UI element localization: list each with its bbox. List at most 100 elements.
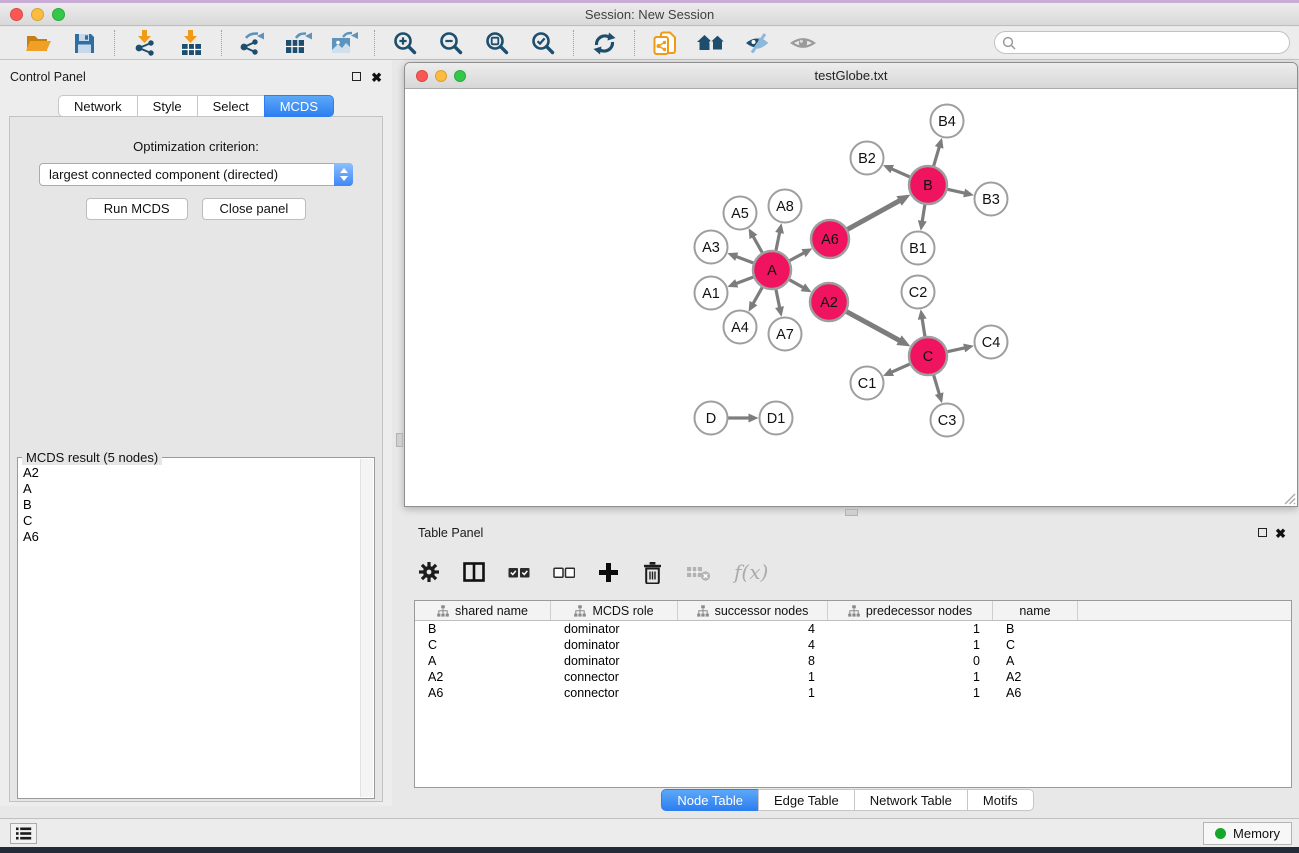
graph-edge-C-C2[interactable] (922, 317, 925, 339)
column-header-name[interactable]: name (993, 601, 1078, 620)
desktop-vertical-scrollbar[interactable] (396, 433, 403, 447)
graph-edge-arrow (935, 392, 944, 403)
graph-node-label: B3 (982, 192, 1000, 208)
table-cell: C (415, 638, 551, 652)
close-panel-button[interactable]: Close panel (202, 198, 307, 220)
column-header-shared-name[interactable]: shared name (415, 601, 551, 620)
export-image-icon[interactable] (329, 30, 359, 57)
function-builder-icon[interactable]: f(x) (734, 559, 768, 585)
refresh-icon[interactable] (589, 30, 619, 57)
search-input[interactable] (1016, 36, 1289, 50)
close-window-button[interactable] (10, 8, 23, 21)
graph-edge-B-B4[interactable] (933, 145, 940, 168)
result-list-item[interactable]: A2 (19, 465, 360, 481)
graph-edge-arrow (935, 138, 944, 149)
column-header-predecessor-nodes[interactable]: predecessor nodes (828, 601, 993, 620)
result-scrollbar[interactable] (360, 459, 373, 797)
zoom-selected-icon[interactable] (528, 30, 558, 57)
graph-edge-C-C4[interactable] (945, 348, 967, 353)
zoom-window-button[interactable] (52, 8, 65, 21)
zoom-in-icon[interactable] (390, 30, 420, 57)
open-file-icon[interactable] (23, 30, 53, 57)
table-cell: A6 (415, 686, 551, 700)
table-row[interactable]: Bdominator41B (415, 621, 1291, 637)
graph-edge-A-A8[interactable] (775, 231, 780, 253)
graph-edge-A2-C[interactable] (844, 310, 901, 341)
tab-edge-table[interactable]: Edge Table (758, 789, 854, 811)
desktop-horizontal-scrollbar[interactable] (845, 509, 858, 516)
graph-edge-A-A7[interactable] (775, 287, 780, 309)
graph-edge-A-A4[interactable] (752, 285, 763, 305)
table-cell: dominator (551, 622, 678, 636)
result-list-item[interactable]: A6 (19, 529, 360, 545)
close-panel-icon[interactable]: ✖ (371, 71, 382, 84)
table-row[interactable]: A6connector11A6 (415, 685, 1291, 701)
import-network-icon[interactable] (130, 30, 160, 57)
network-window-controls (416, 70, 466, 82)
tab-network[interactable]: Network (58, 95, 137, 117)
show-all-icon[interactable] (788, 30, 818, 57)
result-list-item[interactable]: A (19, 481, 360, 497)
network-canvas[interactable]: B4B2BB3A8A5A6A3B1AC2A1A2A4A7C4CC1C3DD1 (405, 90, 1297, 506)
result-list-item[interactable]: B (19, 497, 360, 513)
close-table-panel-icon[interactable]: ✖ (1275, 527, 1286, 540)
graph-edge-A6-B[interactable] (845, 200, 901, 231)
optimization-dropdown[interactable]: largest connected component (directed) (39, 163, 353, 186)
graph-edge-B-B2[interactable] (890, 168, 912, 178)
table-body: Bdominator41BCdominator41CAdominator80AA… (415, 621, 1291, 701)
result-list-item[interactable]: C (19, 513, 360, 529)
deselect-all-rows-icon[interactable] (553, 559, 575, 585)
graph-edge-A-A3[interactable] (735, 256, 756, 264)
zoom-network-window-button[interactable] (454, 70, 466, 82)
graph-edge-B-B3[interactable] (945, 189, 967, 194)
import-table-icon[interactable] (176, 30, 206, 57)
app-window: Session: New Session (0, 0, 1299, 853)
export-network-icon[interactable] (237, 30, 267, 57)
float-table-panel-icon[interactable] (1258, 528, 1267, 537)
graph-edge-A-A5[interactable] (752, 235, 763, 255)
settings-gear-icon[interactable] (418, 559, 440, 585)
mcds-result-box: MCDS result (5 nodes) A2ABCA6 (17, 457, 375, 799)
table-row[interactable]: Cdominator41C (415, 637, 1291, 653)
memory-button[interactable]: Memory (1203, 822, 1292, 845)
tab-style[interactable]: Style (137, 95, 197, 117)
network-overview-icon[interactable] (696, 30, 726, 57)
tab-node-table[interactable]: Node Table (661, 789, 758, 811)
tab-network-table[interactable]: Network Table (854, 789, 967, 811)
column-header-mcds-role[interactable]: MCDS role (551, 601, 678, 620)
delete-table-icon[interactable] (686, 559, 711, 585)
hide-selected-icon[interactable] (742, 30, 772, 57)
tab-motifs[interactable]: Motifs (967, 789, 1034, 811)
column-header-successor-nodes[interactable]: successor nodes (678, 601, 828, 620)
graph-edge-A-A1[interactable] (735, 276, 756, 284)
graph-edge-arrow (727, 252, 738, 260)
delete-column-icon[interactable] (642, 559, 663, 585)
search-field[interactable] (994, 31, 1290, 54)
select-all-rows-icon[interactable] (508, 559, 530, 585)
minimize-window-button[interactable] (31, 8, 44, 21)
resize-grip[interactable] (1282, 491, 1296, 505)
desktop-background (0, 847, 1299, 853)
run-mcds-button[interactable]: Run MCDS (86, 198, 188, 220)
zoom-fit-icon[interactable] (482, 30, 512, 57)
table-row[interactable]: A2connector11A2 (415, 669, 1291, 685)
export-table-icon[interactable] (283, 30, 313, 57)
tab-mcds[interactable]: MCDS (264, 95, 334, 117)
node-table: shared nameMCDS rolesuccessor nodesprede… (414, 600, 1292, 788)
graph-edge-C-C1[interactable] (890, 363, 912, 373)
save-session-icon[interactable] (69, 30, 99, 57)
graph-edge-arrow (918, 309, 927, 320)
minimize-network-window-button[interactable] (435, 70, 447, 82)
graph-edge-C-C3[interactable] (933, 372, 940, 395)
duplicate-network-icon[interactable] (650, 30, 680, 57)
close-network-window-button[interactable] (416, 70, 428, 82)
add-column-icon[interactable] (598, 559, 619, 585)
column-visibility-icon[interactable] (463, 559, 485, 585)
network-window-titlebar[interactable]: testGlobe.txt (405, 63, 1297, 89)
tab-select[interactable]: Select (197, 95, 264, 117)
table-row[interactable]: Adominator80A (415, 653, 1291, 669)
graph-node-label: C1 (858, 376, 877, 392)
zoom-out-icon[interactable] (436, 30, 466, 57)
float-panel-icon[interactable] (352, 72, 361, 81)
task-history-button[interactable] (10, 823, 37, 844)
